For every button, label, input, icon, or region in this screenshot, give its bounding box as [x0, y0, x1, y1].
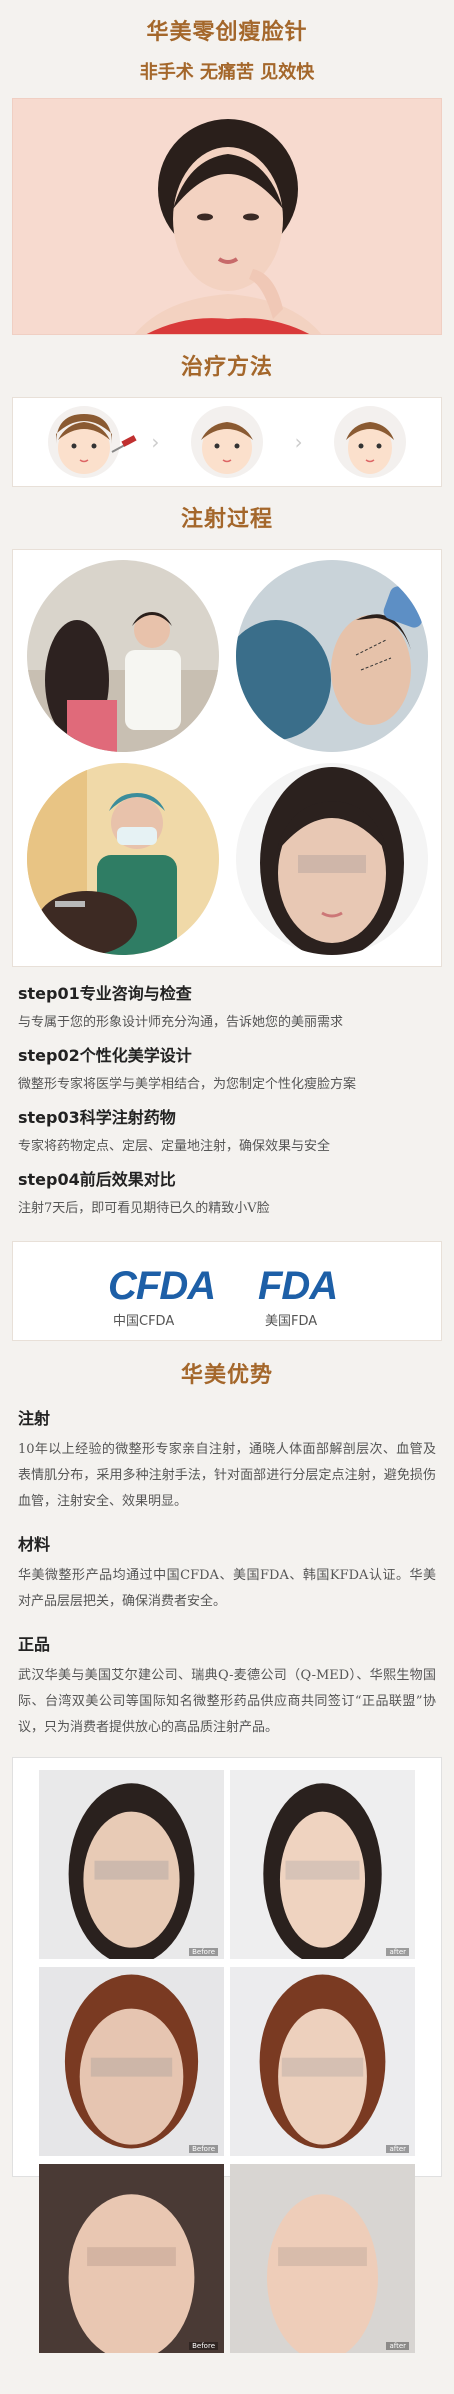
section-title-injection: 注射过程	[180, 507, 273, 532]
step-item: step04前后效果对比 注射7天后，即可看见期待已久的精致小V脸	[18, 1169, 436, 1221]
step-title: step03科学注射药物	[18, 1108, 176, 1127]
after-tag: after	[386, 2145, 409, 2153]
certification-banner: CFDA FDA 中国CFDA 美国FDA	[12, 1241, 442, 1341]
cfda-logo: CFDA	[108, 1264, 216, 1308]
treatment-illustration: › ›	[12, 397, 442, 487]
steps-list: step01专业咨询与检查 与专属于您的形象设计师充分沟通，告诉她您的美丽需求 …	[0, 983, 454, 1221]
before-photo: Before	[39, 1770, 224, 1959]
photo-result	[235, 763, 428, 955]
before-after-row: Before after	[39, 2164, 415, 2353]
before-after-row: Before after	[39, 1770, 415, 1959]
step-text: 与专属于您的形象设计师充分沟通，告诉她您的美丽需求	[18, 1015, 344, 1030]
before-photo: Before	[39, 2164, 224, 2353]
step-text: 注射7天后，即可看见期待已久的精致小V脸	[18, 1201, 270, 1216]
face-before-icon	[47, 406, 137, 478]
step-title: step01专业咨询与检查	[18, 984, 192, 1003]
chevron-right-icon: ›	[294, 430, 303, 454]
page: 华美零创瘦脸针 非手术 无痛苦 见效快 治疗方法 › › 注射过程 step01…	[0, 0, 454, 2353]
advantage-item: 注射 10年以上经验的微整形专家亲自注射，通晓人体面部解剖层次、血管及表情肌分布…	[18, 1405, 436, 1515]
before-photo: Before	[39, 1967, 224, 2156]
advantages-list: 注射 10年以上经验的微整形专家亲自注射，通晓人体面部解剖层次、血管及表情肌分布…	[0, 1405, 454, 1741]
chevron-right-icon: ›	[151, 430, 160, 454]
hero-image	[12, 98, 442, 335]
fda-logo: FDA	[258, 1264, 338, 1308]
after-photo: after	[230, 1770, 415, 1959]
fda-label: 美国FDA	[265, 1314, 318, 1329]
photo-injection	[26, 763, 219, 955]
page-title: 华美零创瘦脸针	[146, 20, 308, 45]
before-after-gallery: Before after Before after Before after	[12, 1757, 442, 2353]
after-photo: after	[230, 2164, 415, 2353]
step-text: 专家将药物定点、定层、定量地注射，确保效果与安全	[18, 1139, 331, 1154]
advantage-text: 10年以上经验的微整形专家亲自注射，通晓人体面部解剖层次、血管及表情肌分布，采用…	[18, 1442, 436, 1509]
advantage-text: 华美微整形产品均通过中国CFDA、美国FDA、韩国KFDA认证。华美对产品层层把…	[18, 1568, 436, 1609]
page-subtitle: 非手术 无痛苦 见效快	[139, 62, 315, 83]
advantage-item: 材料 华美微整形产品均通过中国CFDA、美国FDA、韩国KFDA认证。华美对产品…	[18, 1531, 436, 1615]
injection-photos	[12, 549, 442, 967]
face-during-icon	[190, 406, 263, 478]
step-text: 微整形专家将医学与美学相结合，为您制定个性化瘦脸方案	[18, 1077, 357, 1092]
before-tag: Before	[189, 2342, 218, 2350]
photo-consultation	[26, 560, 219, 752]
advantage-title: 正品	[18, 1635, 51, 1654]
advantage-title: 材料	[18, 1535, 51, 1554]
step-item: step03科学注射药物 专家将药物定点、定层、定量地注射，确保效果与安全	[18, 1107, 436, 1159]
step-title: step04前后效果对比	[18, 1170, 176, 1189]
before-tag: Before	[189, 1948, 218, 1956]
cfda-label: 中国CFDA	[113, 1314, 175, 1329]
step-title: step02个性化美学设计	[18, 1046, 192, 1065]
step-item: step02个性化美学设计 微整形专家将医学与美学相结合，为您制定个性化瘦脸方案	[18, 1045, 436, 1097]
advantage-text: 武汉华美与美国艾尔建公司、瑞典Q-麦德公司（Q-MED）、华熙生物国际、台湾双美…	[18, 1668, 436, 1735]
before-tag: Before	[189, 2145, 218, 2153]
after-tag: after	[386, 1948, 409, 1956]
face-after-icon	[334, 406, 407, 478]
section-title-treatment: 治疗方法	[180, 355, 273, 380]
hero-portrait	[13, 99, 441, 334]
after-tag: after	[386, 2342, 409, 2350]
after-photo: after	[230, 1967, 415, 2156]
photo-design	[235, 560, 428, 752]
before-after-row: Before after	[39, 1967, 415, 2156]
section-title-advantages: 华美优势	[180, 1363, 273, 1388]
advantage-title: 注射	[18, 1409, 51, 1428]
step-item: step01专业咨询与检查 与专属于您的形象设计师充分沟通，告诉她您的美丽需求	[18, 983, 436, 1035]
advantage-item: 正品 武汉华美与美国艾尔建公司、瑞典Q-麦德公司（Q-MED）、华熙生物国际、台…	[18, 1631, 436, 1741]
